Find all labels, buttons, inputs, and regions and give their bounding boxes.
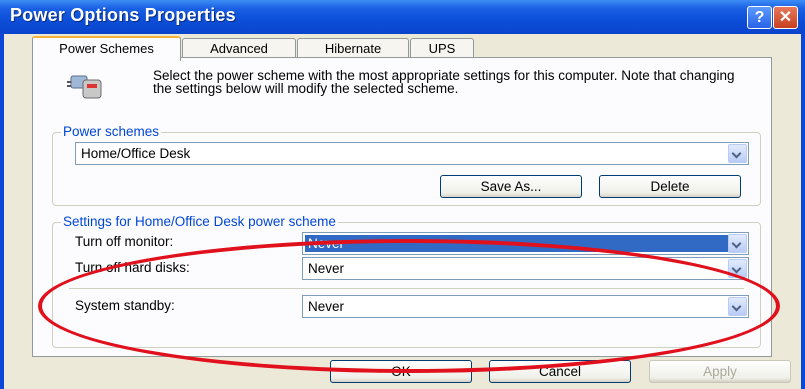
tab-power-schemes[interactable]: Power Schemes	[32, 36, 181, 61]
intro-text: Select the power scheme with the most ap…	[153, 68, 735, 96]
close-button[interactable]: ✕	[773, 6, 798, 29]
chevron-down-icon[interactable]	[728, 144, 747, 163]
tab-hibernate[interactable]: Hibernate	[297, 38, 409, 58]
tab-advanced[interactable]: Advanced	[182, 38, 296, 58]
red-highlight-ellipse	[38, 239, 780, 373]
power-scheme-value: Home/Office Desk	[81, 146, 191, 161]
chevron-down-icon[interactable]	[728, 234, 747, 253]
power-schemes-icon	[67, 75, 102, 99]
power-schemes-group-title: Power schemes	[61, 124, 162, 139]
tab-ups[interactable]: UPS	[410, 38, 474, 58]
power-options-window: Power Options Properties ? ✕ Power Schem…	[0, 0, 805, 389]
settings-group-title: Settings for Home/Office Desk power sche…	[61, 214, 338, 229]
turn-off-monitor-label: Turn off monitor:	[75, 234, 174, 249]
save-as-button[interactable]: Save As...	[440, 175, 582, 198]
window-title: Power Options Properties	[10, 5, 236, 25]
dialog-client-area: Power Schemes Advanced Hibernate UPS Sel…	[4, 34, 801, 389]
power-schemes-group: Power schemes Home/Office Desk Save As..…	[52, 124, 761, 206]
apply-button[interactable]: Apply	[649, 360, 791, 383]
help-button[interactable]: ?	[747, 6, 772, 29]
power-scheme-select[interactable]: Home/Office Desk	[75, 142, 749, 165]
title-bar[interactable]: Power Options Properties ? ✕	[0, 0, 805, 34]
delete-button[interactable]: Delete	[599, 175, 741, 198]
